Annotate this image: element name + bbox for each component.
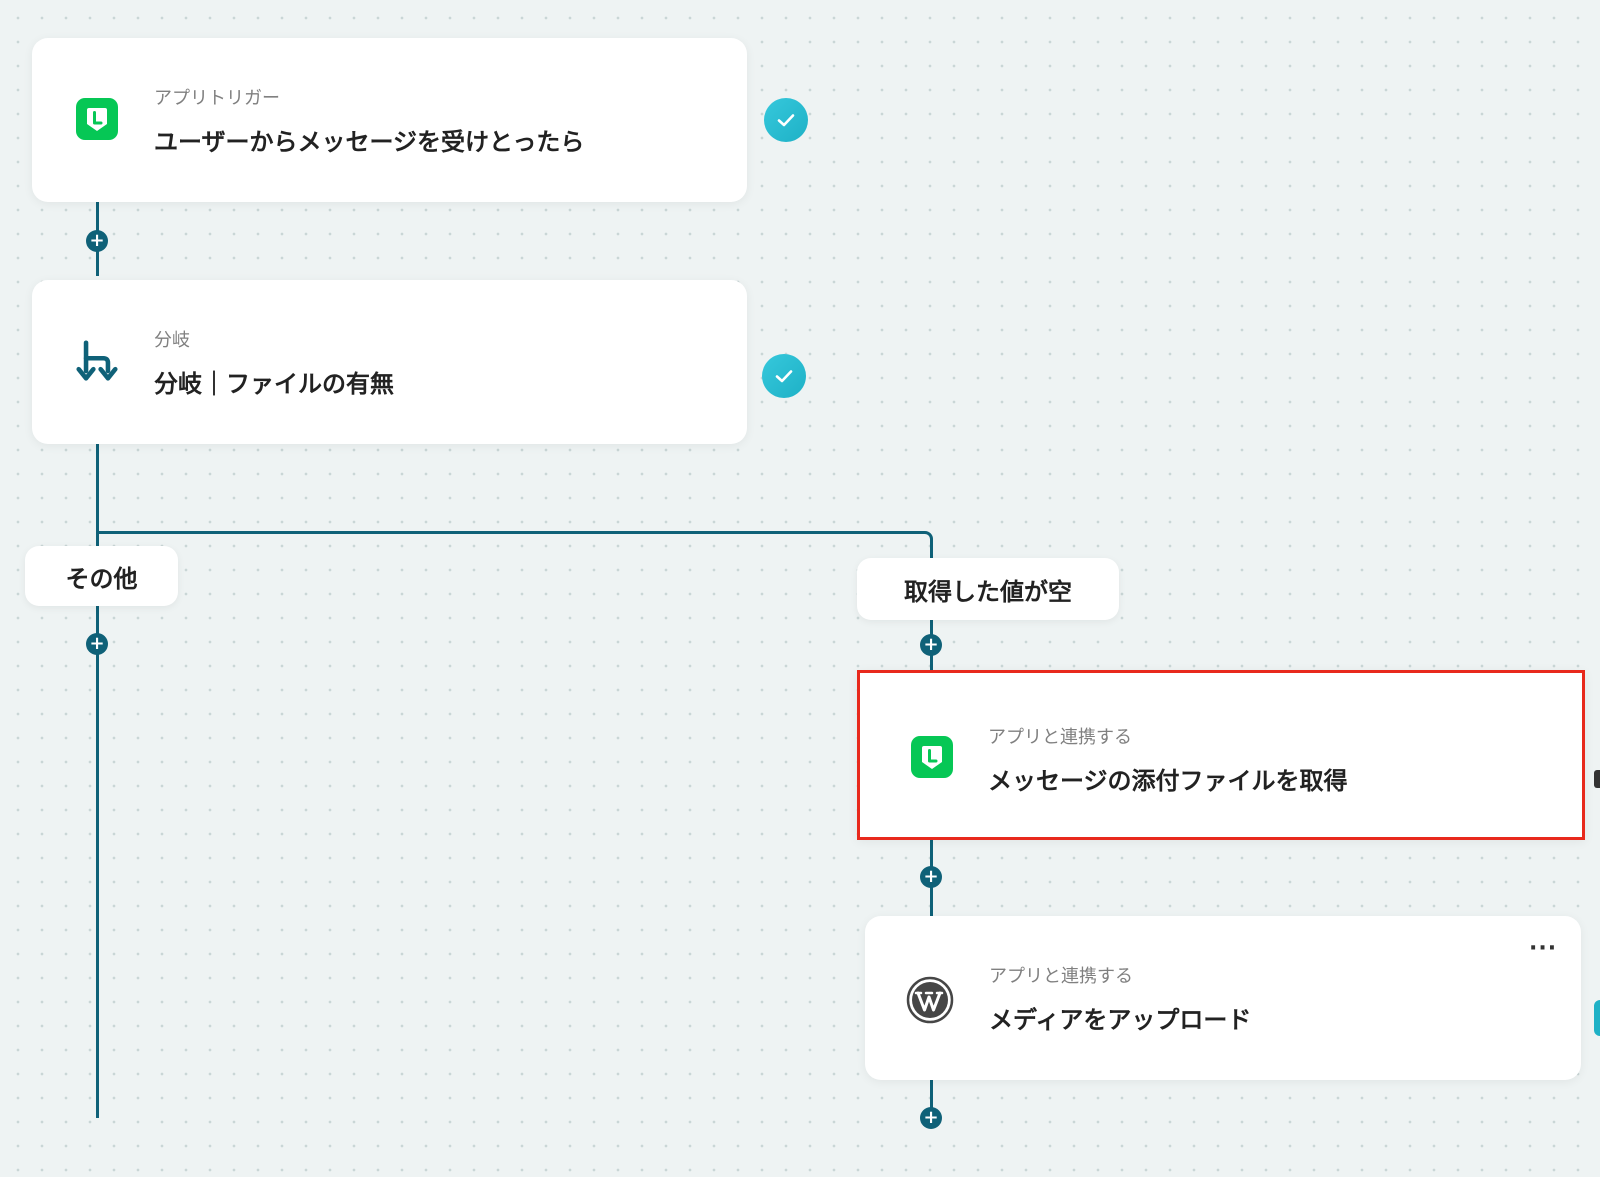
step-title: ユーザーからメッセージを受けとったら xyxy=(154,128,585,156)
add-step-button-right-middle[interactable]: + xyxy=(920,866,942,888)
wordpress-icon xyxy=(906,976,954,1024)
branch-icon xyxy=(76,340,118,382)
step-title: 分岐｜ファイルの有無 xyxy=(154,370,394,398)
add-step-button-right-bottom[interactable]: + xyxy=(920,1107,942,1129)
check-icon xyxy=(764,98,808,142)
edge-tool-icon xyxy=(1594,770,1600,788)
add-step-button[interactable]: + xyxy=(86,230,108,252)
step-subtitle: 分岐 xyxy=(154,330,190,351)
step-card-branch[interactable]: 分岐 分岐｜ファイルの有無 xyxy=(32,280,747,444)
line-app-icon xyxy=(76,98,118,140)
line-app-icon xyxy=(911,736,953,778)
step-title: メッセージの添付ファイルを取得 xyxy=(988,767,1348,795)
step-card-get-attachment[interactable]: アプリと連携する メッセージの添付ファイルを取得 xyxy=(857,670,1585,840)
add-step-button-left-branch[interactable]: + xyxy=(86,633,108,655)
more-options-icon[interactable]: ··· xyxy=(1529,938,1557,960)
branch-label-other[interactable]: その他 xyxy=(25,546,178,606)
step-card-trigger[interactable]: アプリトリガー ユーザーからメッセージを受けとったら xyxy=(32,38,747,202)
step-card-upload-media[interactable]: アプリと連携する メディアをアップロード ··· xyxy=(865,916,1581,1080)
step-subtitle: アプリと連携する xyxy=(989,966,1133,987)
step-subtitle: アプリと連携する xyxy=(988,727,1132,748)
check-icon xyxy=(762,354,806,398)
step-title: メディアをアップロード xyxy=(989,1006,1252,1034)
step-subtitle: アプリトリガー xyxy=(154,88,280,109)
check-icon-partial xyxy=(1594,1000,1600,1036)
branch-label-empty-value[interactable]: 取得した値が空 xyxy=(857,558,1119,620)
add-step-button-right-branch[interactable]: + xyxy=(920,634,942,656)
connector-line-branch xyxy=(96,531,933,561)
